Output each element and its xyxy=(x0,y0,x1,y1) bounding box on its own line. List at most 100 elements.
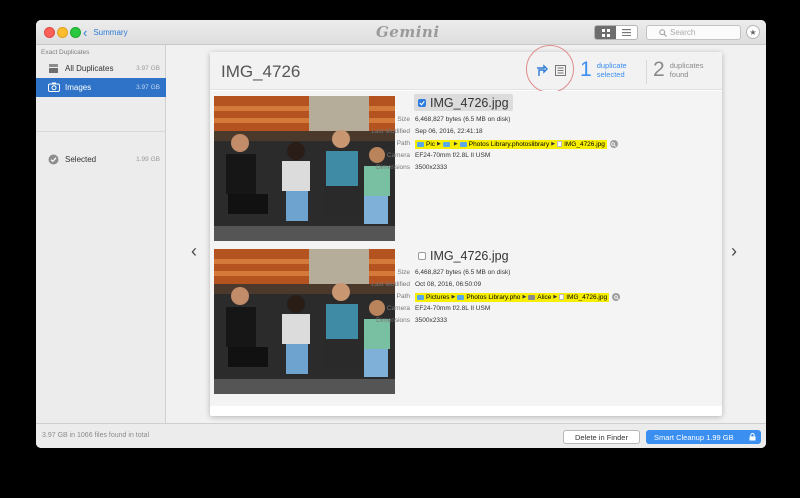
chevron-left-icon: ‹ xyxy=(83,25,88,40)
reveal-in-finder-icon[interactable] xyxy=(612,293,621,301)
duplicates-found-count: 2 xyxy=(653,58,665,81)
file-icon xyxy=(559,294,565,300)
pin-icon[interactable] xyxy=(536,64,548,77)
meta-label: Camera xyxy=(386,152,410,159)
sidebar-section-header: Exact Duplicates xyxy=(41,49,90,56)
group-title: IMG_4726 xyxy=(221,62,301,81)
search-field[interactable]: Search xyxy=(646,25,741,40)
meta-value: EF24-70mm f/2.8L II USM xyxy=(415,305,491,312)
file-name: IMG_4726.jpg xyxy=(430,248,509,263)
stat-divider xyxy=(646,60,647,84)
meta-value: EF24-70mm f/2.8L II USM xyxy=(415,152,491,159)
path-segment: Photos Library.pho xyxy=(466,293,521,301)
duplicate-selector[interactable]: IMG_4726.jpg xyxy=(414,94,513,111)
duplicate-selected-stat: 1 duplicate selected xyxy=(580,58,627,82)
duplicate-item: IMG_4726.jpg Size 6,468,827 bytes (6.5 MB… xyxy=(210,91,722,253)
sidebar-item-label: Selected xyxy=(65,155,97,164)
path-separator-icon: ▶ xyxy=(453,141,458,147)
bottom-bar: 3.97 GB in 1066 files found in total Del… xyxy=(36,423,766,448)
stack-icon xyxy=(49,64,58,73)
view-mode-switch xyxy=(594,25,638,40)
close-window-button[interactable] xyxy=(44,27,55,38)
back-label: Summary xyxy=(93,28,128,37)
list-view-button[interactable] xyxy=(616,26,637,39)
favorite-button[interactable]: ★ xyxy=(746,25,760,39)
select-checkbox[interactable] xyxy=(418,251,426,260)
sidebar-item-images[interactable]: Images 3.97 GB xyxy=(36,78,166,97)
sidebar-item-size: 3.97 GB xyxy=(136,65,160,72)
compare-icon[interactable] xyxy=(555,65,566,76)
minimize-window-button[interactable] xyxy=(57,27,68,38)
sidebar-item-label: Images xyxy=(65,83,92,92)
folder-icon xyxy=(457,294,465,300)
meta-value: 3500x2333 xyxy=(415,317,448,324)
path-segment: IMG_4726.jpg xyxy=(564,140,605,148)
list-icon xyxy=(622,29,631,36)
folder-icon xyxy=(459,141,467,147)
delete-in-finder-button[interactable]: Delete in Finder xyxy=(563,430,640,444)
sidebar-item-label: All Duplicates xyxy=(65,64,114,73)
duplicate-selected-label-2: selected xyxy=(596,70,625,79)
photo-thumbnail[interactable] xyxy=(214,96,395,241)
meta-label: Path xyxy=(396,140,410,147)
sidebar-item-all-duplicates[interactable]: All Duplicates 3.97 GB xyxy=(36,59,166,78)
path-separator-icon: ▶ xyxy=(522,294,527,300)
duplicate-selector[interactable]: IMG_4726.jpg xyxy=(414,247,513,264)
zoom-window-button[interactable] xyxy=(70,27,81,38)
file-path[interactable]: Pictures ▶ Photos Library.pho ▶ Alice ▶ … xyxy=(415,292,621,302)
meta-label: Camera xyxy=(386,305,410,312)
meta-value: Oct 08, 2016, 06:50:09 xyxy=(415,281,482,288)
search-icon xyxy=(659,29,667,37)
photo-thumbnail[interactable] xyxy=(214,249,395,394)
grid-icon xyxy=(601,28,610,37)
star-icon: ★ xyxy=(749,27,757,37)
app-logo: Gemini xyxy=(376,23,440,41)
path-segment: Pictures xyxy=(426,293,450,301)
meta-label: Last Modified xyxy=(371,128,410,135)
path-separator-icon: ▶ xyxy=(451,294,456,300)
back-to-summary-button[interactable]: ‹ Summary xyxy=(83,25,128,40)
group-header: IMG_4726 1 duplicate selected 2 duplicate… xyxy=(210,45,722,93)
file-icon xyxy=(557,141,563,147)
path-segment: IMG_4726.jpg xyxy=(566,293,608,301)
folder-icon xyxy=(442,141,450,147)
sidebar: Exact Duplicates All Duplicates 3.97 GB … xyxy=(36,45,166,423)
folder-icon xyxy=(417,294,424,300)
meta-label: Last Modified xyxy=(371,281,410,288)
meta-value: 6,468,827 bytes (6.5 MB on disk) xyxy=(415,116,511,123)
checkmark-icon xyxy=(419,100,425,106)
sidebar-item-size: 3.97 GB xyxy=(136,84,160,91)
path-highlight: Pic ▶ ▶ Photos Library.photoslibrary ▶ I… xyxy=(415,139,607,149)
file-path[interactable]: Pic ▶ ▶ Photos Library.photoslibrary ▶ I… xyxy=(415,139,618,149)
check-circle-icon xyxy=(48,154,59,165)
meta-label: Size xyxy=(397,116,410,123)
path-separator-icon: ▶ xyxy=(551,141,556,147)
smart-cleanup-button[interactable]: Smart Cleanup 1.99 GB xyxy=(646,430,761,444)
reveal-in-finder-icon[interactable] xyxy=(609,140,618,148)
status-text: 3.97 GB in 1066 files found in total xyxy=(42,432,150,439)
next-group-arrow[interactable]: › xyxy=(731,241,737,262)
duplicates-found-stat: 2 duplicates found xyxy=(653,58,703,82)
file-name: IMG_4726.jpg xyxy=(430,95,509,110)
path-segment: Alice xyxy=(537,293,552,301)
meta-label: Size xyxy=(397,269,410,276)
main-content: ‹ › IMG_4726 1 duplicate selected 2 dupli… xyxy=(166,45,766,423)
path-segment: Photos Library.photoslibrary xyxy=(468,140,550,148)
path-segment: Pic xyxy=(426,140,436,148)
lock-icon xyxy=(749,433,756,441)
select-checkbox[interactable] xyxy=(418,98,426,107)
photo-image xyxy=(214,249,395,394)
user-folder-icon xyxy=(528,294,536,300)
sidebar-item-selected[interactable]: Selected 1.99 GB xyxy=(36,150,166,169)
meta-label: Dimensions xyxy=(376,164,410,171)
highlight-circle xyxy=(526,45,574,93)
duplicate-selected-label: duplicate xyxy=(596,61,627,70)
previous-group-arrow[interactable]: ‹ xyxy=(191,241,197,262)
sidebar-divider xyxy=(36,131,166,132)
duplicate-item: IMG_4726.jpg Size 6,468,827 bytes (6.5 MB… xyxy=(210,244,722,406)
meta-label: Path xyxy=(396,293,410,300)
path-separator-icon: ▶ xyxy=(437,141,441,147)
app-window: ‹ Summary Gemini Search ★ Exact Duplicat… xyxy=(36,20,766,448)
grid-view-button[interactable] xyxy=(595,26,616,39)
folder-icon xyxy=(417,141,424,147)
